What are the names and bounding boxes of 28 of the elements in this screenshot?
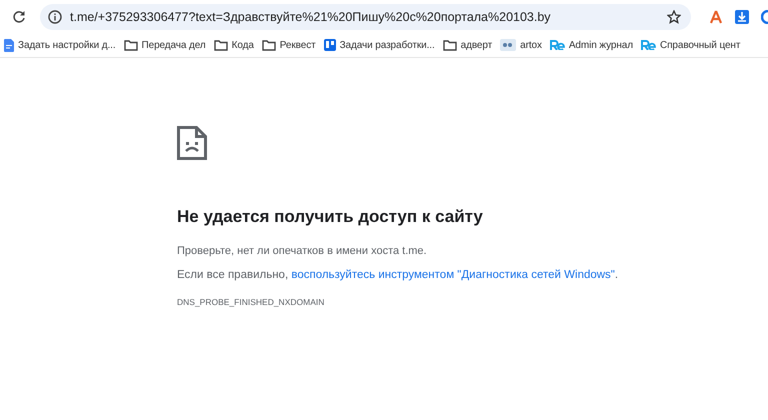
error-title: Не удается получить доступ к сайту <box>177 207 484 227</box>
sad-page-icon <box>177 126 207 160</box>
folder-icon <box>262 40 276 50</box>
bookmark[interactable]: Реквест <box>262 40 316 50</box>
address-bar[interactable]: t.me/+375293306477?text=Здравствуйте%21%20Пишу%20с%20портала%20103.by <box>40 4 691 30</box>
reload-icon[interactable] <box>12 10 26 24</box>
folder-icon <box>214 40 228 50</box>
bookmark[interactable]: адверт <box>442 40 492 50</box>
bookmark[interactable]: Задать настройки д... <box>4 38 116 52</box>
folder-icon <box>124 40 138 50</box>
bookmark[interactable]: artox <box>500 39 542 51</box>
error-code: DNS_PROBE_FINISHED_NXDOMAIN <box>177 297 326 307</box>
folder-icon <box>442 40 457 50</box>
info-icon <box>48 10 62 24</box>
board-icon <box>324 39 336 51</box>
star-icon[interactable] <box>667 10 681 24</box>
advice-text: Если все правильно, воспользуйтесь инструментом "Диагностика сетей Windows". <box>177 269 620 281</box>
re-logo-icon <box>550 40 565 50</box>
diagnostics-link[interactable]: воспользуйтесь инструментом "Диагностика сетей Windows" <box>291 269 615 281</box>
bookmark[interactable]: Передача дел <box>124 40 206 50</box>
document-icon <box>4 38 14 52</box>
re-logo-icon <box>640 40 656 50</box>
bookmark[interactable]: Справочный цент <box>640 40 740 50</box>
hint-text: Проверьте, нет ли опечатков в имени хоста t.me. <box>177 245 428 257</box>
bookmark[interactable]: Задачи разработки... <box>324 39 435 51</box>
bookmark[interactable]: Кода <box>214 40 254 50</box>
bookmark[interactable]: Admin журнал <box>550 40 633 50</box>
download-icon[interactable] <box>735 10 749 24</box>
